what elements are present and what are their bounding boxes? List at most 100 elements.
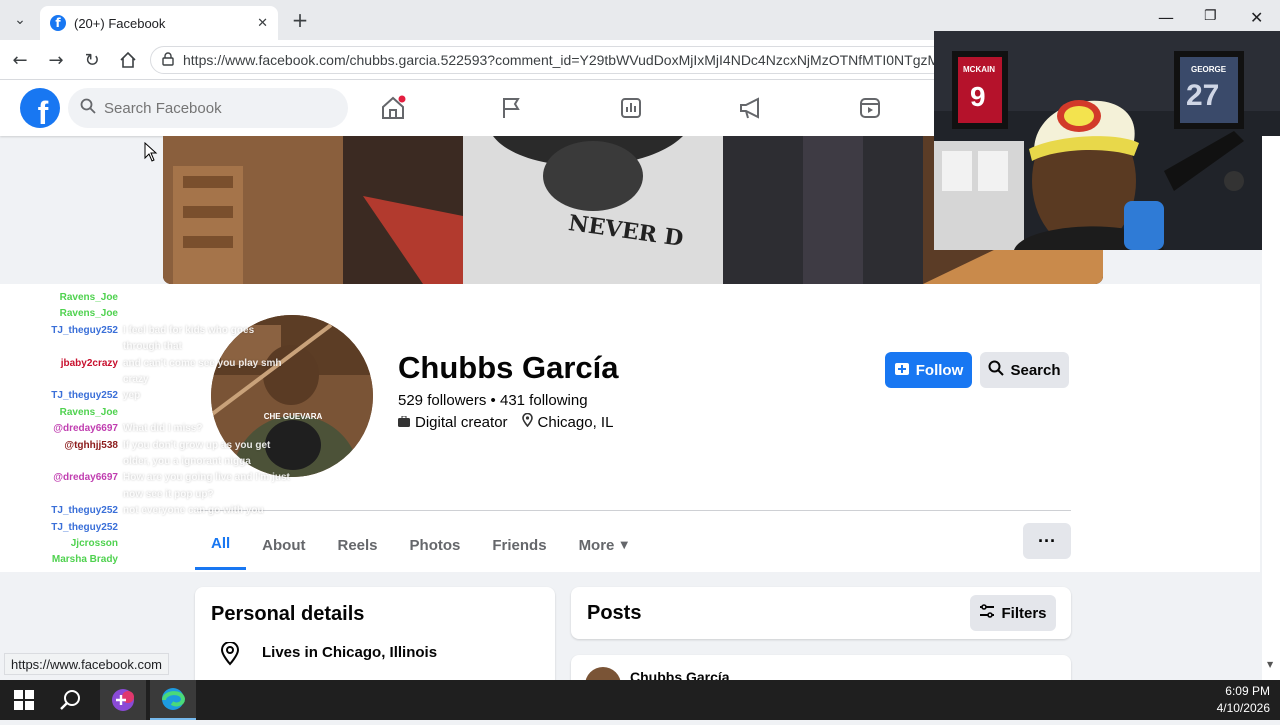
chat-username: Jjcrosson	[70, 538, 118, 549]
profile-search-button[interactable]: Search	[980, 352, 1069, 388]
restore-icon[interactable]: ❐	[1204, 8, 1217, 24]
insights-icon[interactable]	[611, 88, 651, 128]
search-input[interactable]	[104, 99, 324, 117]
chat-username: Marsha Brady	[51, 554, 118, 566]
chat-message: Ravens_Joe	[0, 306, 300, 322]
browser-tab[interactable]: f (20+) Facebook ✕	[40, 6, 278, 40]
tab-title: (20+) Facebook	[74, 15, 166, 31]
chat-text: I feel bad for kids who goes	[123, 324, 255, 336]
chat-message: jbaby2crazy and can't come see you play s…	[0, 356, 300, 372]
filters-button[interactable]: Filters	[970, 595, 1056, 631]
facebook-favicon-icon: f	[50, 15, 66, 31]
chat-username: Ravens_Joe	[59, 292, 118, 303]
ad-center-megaphone-icon[interactable]	[731, 88, 771, 128]
chat-username: @tghhjj538	[64, 439, 118, 451]
chat-username: @dreday6697	[53, 423, 118, 435]
windows-start-icon[interactable]	[14, 690, 34, 715]
lock-icon[interactable]	[161, 51, 175, 69]
chat-username: TJ_theguy252	[51, 521, 118, 533]
taskbar-search-icon[interactable]	[60, 689, 82, 716]
chat-text: yep	[123, 390, 141, 402]
clock-time: 6:09 PM	[1225, 684, 1270, 698]
search-icon	[988, 360, 1005, 380]
chat-text: and can't come see you play smh	[123, 357, 282, 369]
clock-date: 4/10/2026	[1216, 701, 1270, 715]
stats-separator: •	[486, 392, 500, 409]
chat-message: TJ_theguy252	[0, 520, 300, 536]
url-field[interactable]: https://www.facebook.com/chubbs.garcia.5…	[150, 46, 950, 74]
back-icon[interactable]: ←	[8, 48, 32, 72]
new-tab-button[interactable]: +	[288, 8, 312, 32]
personal-details-card: Personal details Lives in Chicago, Illin…	[195, 587, 555, 687]
posts-title: Posts	[587, 602, 642, 624]
chat-username: jbaby2crazy	[60, 357, 118, 369]
close-window-icon[interactable]: ✕	[1250, 8, 1263, 27]
tab-reels[interactable]: Reels	[322, 520, 394, 570]
tab-list-chevron-icon[interactable]: ⌄	[8, 8, 32, 32]
briefcase-icon	[398, 414, 410, 431]
chat-message: TJ_theguy252 I feel bad for kids who goes	[0, 323, 300, 339]
profile-more-options-button[interactable]: ···	[1023, 523, 1071, 559]
chat-username: TJ_theguy252	[51, 324, 118, 336]
home-nav-icon[interactable]	[373, 88, 413, 128]
chat-message: @tghhjj538 If you don't grow up as you ge…	[0, 438, 300, 454]
jersey-left-number: 9	[970, 81, 986, 112]
profile-location: Chicago, IL	[537, 413, 614, 431]
lives-in-text: Lives in Chicago, Illinois	[262, 644, 438, 661]
chat-message: TJ_theguy252 not everyone can go with you	[0, 503, 300, 519]
chat-text: How are you going live and I'm just	[123, 472, 290, 484]
tab-close-icon[interactable]: ✕	[257, 16, 268, 31]
chat-message: Ravens_Joe	[0, 290, 300, 306]
status-bar-url: https://www.facebook.com	[4, 653, 170, 675]
chat-message: Ravens_Joe	[0, 405, 300, 421]
chat-message: older, you a ignorant nigga	[0, 454, 300, 470]
reels-icon[interactable]	[850, 88, 890, 128]
following-link[interactable]: 431 following	[500, 392, 588, 409]
forward-icon[interactable]: →	[44, 48, 68, 72]
page-scrollbar[interactable]: ▼	[1262, 136, 1280, 680]
streaming-app-taskbar-button[interactable]	[100, 680, 146, 720]
chat-text: If you don't grow up as you get	[123, 439, 271, 451]
reload-icon[interactable]: ↻	[80, 48, 104, 72]
windows-taskbar	[0, 680, 1280, 720]
chat-message: crazy	[0, 372, 300, 388]
webcam-video-image	[934, 31, 1280, 250]
chat-username: TJ_theguy252	[51, 505, 118, 517]
home-icon[interactable]	[116, 48, 140, 72]
tab-more[interactable]: More ▼	[563, 520, 645, 570]
tab-photos[interactable]: Photos	[394, 520, 477, 570]
facebook-search-box[interactable]	[68, 88, 348, 128]
chat-username: Ravens_Joe	[59, 308, 118, 320]
chat-message: @dreday6697 How are you going live and I'…	[0, 470, 300, 486]
chat-username: @dreday6697	[53, 472, 118, 484]
follow-icon	[894, 360, 910, 380]
tab-friends[interactable]: Friends	[476, 520, 562, 570]
stream-chat-overlay: Ravens_Joe Ravens_Joe TJ_theguy252 I feel b…	[0, 290, 300, 570]
facebook-logo[interactable]: f	[20, 88, 60, 128]
followers-link[interactable]: 529 followers	[398, 392, 486, 409]
taskbar-clock[interactable]: 6:09 PM 4/10/2026	[1217, 683, 1270, 717]
profile-divider	[195, 510, 1071, 511]
filters-icon	[979, 604, 995, 622]
pages-flag-icon[interactable]	[492, 88, 532, 128]
chat-text: not everyone can go with you	[123, 505, 264, 517]
minimize-icon[interactable]: —	[1158, 8, 1174, 27]
profile-meta: Digital creator Chicago, IL	[398, 412, 614, 431]
jersey-left-name: MCKAIN	[963, 65, 995, 74]
chat-username: TJ_theguy252	[51, 390, 118, 402]
profile-name: Chubbs García	[398, 350, 619, 385]
personal-details-title: Personal details	[211, 603, 365, 625]
jersey-right-number: 27	[1186, 79, 1220, 112]
caret-down-icon: ▼	[620, 539, 629, 551]
scroll-down-icon[interactable]: ▼	[1267, 660, 1273, 669]
location-pin-icon	[220, 641, 240, 671]
url-text: https://www.facebook.com/chubbs.garcia.5…	[183, 52, 948, 68]
edge-browser-taskbar-button[interactable]	[150, 680, 196, 720]
mouse-cursor-icon	[144, 141, 158, 167]
follow-button[interactable]: Follow	[885, 352, 972, 388]
profile-stats: 529 followers • 431 following	[398, 392, 588, 409]
jersey-right-name: GEORGE	[1191, 65, 1227, 74]
chat-message: Jjcrosson	[0, 536, 300, 552]
location-pin-icon	[521, 412, 533, 431]
chat-text: older, you a ignorant nigga	[123, 456, 251, 467]
